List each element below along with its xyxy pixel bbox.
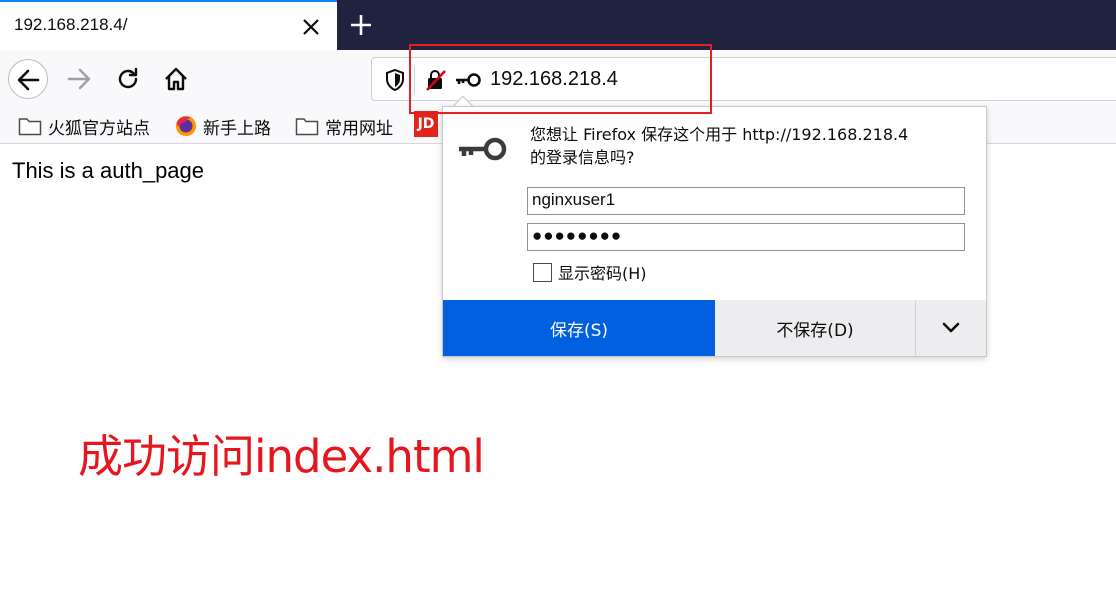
bookmark-label: 新手上路: [203, 118, 271, 139]
more-options-button[interactable]: [916, 300, 986, 356]
close-icon[interactable]: [298, 14, 324, 40]
bookmark-label: 常用网址: [325, 118, 393, 139]
plus-icon[interactable]: [346, 10, 376, 40]
dont-save-button[interactable]: 不保存(D): [715, 300, 916, 356]
popup-footer: 保存(S) 不保存(D): [443, 300, 986, 356]
folder-icon: [295, 118, 319, 136]
save-button[interactable]: 保存(S): [443, 300, 715, 356]
tab-title: 192.168.218.4/: [14, 15, 128, 34]
popup-message-line: 您想让 Firefox 保存这个用于 http://192.168.218.4: [530, 125, 909, 144]
bookmark-item[interactable]: 常用网址: [295, 114, 393, 139]
back-button[interactable]: [8, 59, 48, 99]
save-login-popup: 您想让 Firefox 保存这个用于 http://192.168.218.4 …: [442, 106, 987, 357]
show-password-toggle[interactable]: 显示密码(H): [533, 260, 647, 284]
popup-message-line: 的登录信息吗?: [530, 148, 635, 167]
tab-active[interactable]: 192.168.218.4/: [0, 0, 337, 50]
bookmark-label: 火狐官方站点: [48, 118, 150, 139]
bookmark-item[interactable]: 火狐官方站点: [18, 114, 150, 139]
tab-strip: 192.168.218.4/: [0, 0, 1116, 50]
home-button[interactable]: [156, 59, 196, 99]
key-icon: [459, 137, 507, 161]
forward-button[interactable]: [60, 59, 100, 99]
username-field[interactable]: nginxuser1: [527, 187, 965, 215]
bookmark-item[interactable]: 新手上路: [175, 114, 271, 139]
forward-arrow-icon: [67, 68, 91, 90]
chevron-down-icon: [942, 322, 960, 333]
page-text: This is a auth_page: [12, 158, 205, 183]
show-password-checkbox[interactable]: [533, 262, 552, 282]
firefox-icon: [176, 116, 196, 136]
annotation-highlight-box: [409, 44, 712, 114]
jd-icon[interactable]: JD: [414, 111, 438, 137]
reload-icon: [118, 67, 138, 89]
show-password-label: 显示密码(H): [558, 264, 647, 283]
home-icon: [165, 67, 187, 91]
popup-message: 您想让 Firefox 保存这个用于 http://192.168.218.4 …: [530, 123, 970, 169]
reload-button[interactable]: [108, 59, 148, 99]
folder-icon: [18, 118, 42, 136]
password-field[interactable]: ●●●●●●●●: [527, 223, 965, 251]
back-arrow-icon: [17, 69, 40, 91]
shield-icon[interactable]: [384, 68, 406, 92]
annotation-text: 成功访问index.html: [78, 430, 485, 483]
